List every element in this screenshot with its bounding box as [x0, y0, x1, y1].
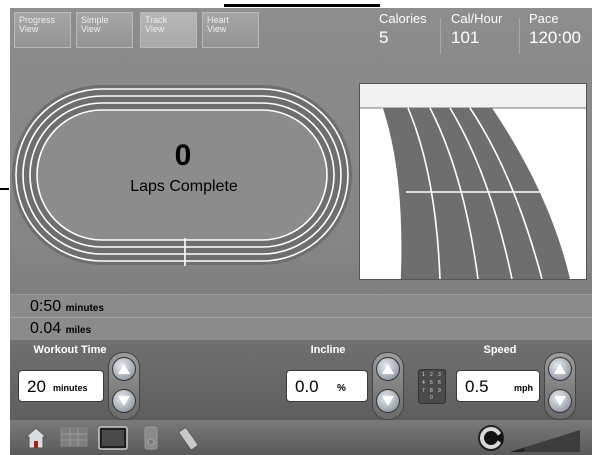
grid-icon[interactable]: [60, 426, 88, 448]
divider: [10, 317, 592, 318]
incline-up-button[interactable]: [376, 357, 400, 381]
workout-time-value: 20: [27, 377, 46, 396]
treadmill-screen: Progress View Simple View Track View Hea…: [10, 8, 592, 455]
workout-controls: Workout Time 20 minutes Incline 0.0 % 1 …: [10, 340, 592, 420]
arrow-down-icon: [554, 396, 566, 406]
stat-calories-value: 5: [379, 28, 389, 47]
perspective-lanes-graphic: [360, 84, 586, 279]
progress-band: 0:50 minutes 0.04 miles: [10, 294, 592, 341]
media-player-icon[interactable]: [144, 426, 158, 450]
home-icon[interactable]: [24, 426, 48, 450]
laps-label: Laps Complete: [130, 178, 238, 195]
stat-calories-label: Calories: [379, 11, 427, 26]
stat-cal-hour: Cal/Hour 101: [451, 12, 517, 52]
stat-cal-hour-value: 101: [451, 28, 480, 47]
keypad-key: 3: [438, 372, 441, 378]
speed-down-button[interactable]: [548, 389, 572, 413]
tab-simple-view[interactable]: Simple View: [76, 12, 133, 48]
speed-stepper: [544, 352, 576, 420]
laps-count: 0: [174, 139, 192, 172]
tab-heart-view[interactable]: Heart View: [202, 12, 259, 48]
arrow-up-icon: [382, 364, 394, 374]
distance: 0.04 miles: [30, 320, 91, 338]
keypad-button[interactable]: 1 2 3 4 5 6 7 8 9 0: [418, 369, 446, 404]
stat-cal-hour-label: Cal/Hour: [451, 11, 503, 26]
left-tick-mark: [0, 188, 9, 190]
keypad-key: 5: [430, 380, 433, 386]
arrow-up-icon: [118, 364, 130, 374]
bottom-toolbar: [10, 420, 592, 455]
arrow-up-icon: [554, 364, 566, 374]
track-perspective-view: [359, 83, 587, 280]
stat-pace-label: Pace: [529, 11, 559, 26]
incline-unit: %: [337, 383, 346, 394]
top-rule: [224, 4, 380, 7]
elapsed-time-value: 0:50: [30, 298, 62, 315]
incline-down-button[interactable]: [376, 389, 400, 413]
elapsed-time-unit: minutes: [65, 303, 104, 314]
stat-pace: Pace 120:00: [529, 12, 592, 52]
workout-time-up-button[interactable]: [112, 357, 136, 381]
workout-time-stepper: [108, 352, 140, 420]
workout-time-unit: minutes: [53, 383, 88, 393]
keypad-key: 4: [422, 380, 425, 386]
volume-icon[interactable]: [477, 424, 507, 452]
incline-value: 0.0: [295, 377, 319, 396]
workout-time-title: Workout Time: [33, 344, 107, 356]
keypad-key: 6: [438, 380, 441, 386]
arrow-down-icon: [382, 396, 394, 406]
keypad-key: 2: [430, 372, 433, 378]
workout-time-down-button[interactable]: [112, 389, 136, 413]
incline-title: Incline: [310, 344, 346, 356]
keypad-key: 1: [422, 372, 425, 378]
tv-icon[interactable]: [98, 426, 128, 450]
remote-icon[interactable]: [178, 426, 206, 450]
tab-track-view[interactable]: Track View: [140, 12, 197, 48]
speed-field[interactable]: 0.5 mph: [456, 370, 540, 402]
workout-time-field[interactable]: 20 minutes: [18, 370, 104, 402]
keypad-key: 7: [422, 388, 425, 394]
volume-level-slider[interactable]: [510, 430, 580, 452]
keypad-key: 9: [438, 388, 441, 394]
keypad-key: 8: [430, 388, 433, 394]
speed-up-button[interactable]: [548, 357, 572, 381]
tab-progress-view[interactable]: Progress View: [14, 12, 71, 48]
incline-stepper: [372, 352, 404, 420]
stat-divider: [440, 18, 441, 54]
keypad-key: 0: [430, 395, 433, 401]
elapsed-time: 0:50 minutes: [30, 298, 104, 316]
arrow-down-icon: [118, 396, 130, 406]
distance-unit: miles: [65, 325, 92, 336]
speed-unit: mph: [514, 383, 533, 393]
speed-value: 0.5: [465, 377, 489, 396]
stat-calories: Calories 5: [379, 12, 439, 52]
distance-value: 0.04: [30, 320, 62, 337]
speed-title: Speed: [483, 344, 517, 356]
incline-field[interactable]: 0.0 %: [286, 370, 368, 402]
stat-divider: [519, 18, 520, 54]
stat-pace-value: 120:00: [529, 28, 581, 47]
running-track-graphic: [12, 85, 352, 266]
